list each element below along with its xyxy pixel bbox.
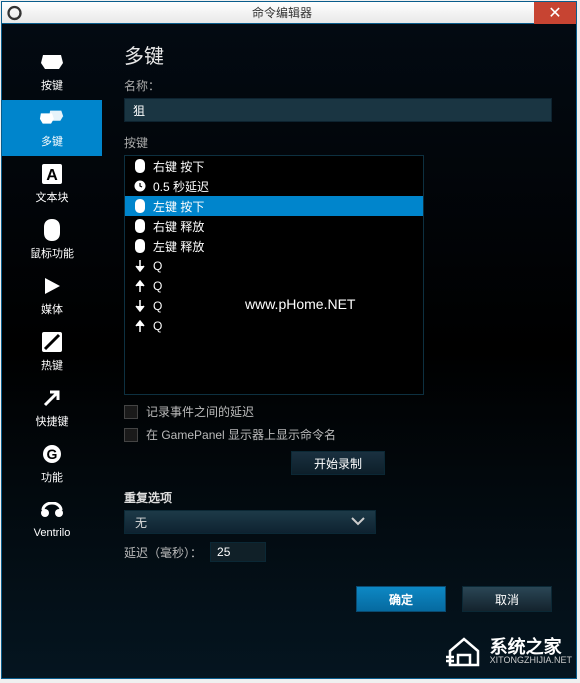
list-item-text: Q: [153, 279, 162, 293]
checkbox-show-name[interactable]: 在 GamePanel 显示器上显示命令名: [124, 426, 552, 443]
close-button[interactable]: ✕: [534, 2, 576, 24]
sidebar-item-hotkey[interactable]: 热键: [2, 324, 102, 380]
repeat-label: 重复选项: [124, 489, 552, 506]
section-title: 多键: [124, 40, 552, 69]
list-item[interactable]: 0.5 秒延迟: [125, 176, 423, 196]
mouse-icon: [133, 159, 147, 173]
mouse-icon: [133, 219, 147, 233]
ventrilo-icon: [39, 501, 65, 523]
multikey-icon: [39, 107, 65, 129]
shortcut-icon: [39, 387, 65, 409]
event-list[interactable]: www.pHome.NET 右键 按下 0.5 秒延迟左键 按下右键 释放左键 释…: [124, 155, 424, 395]
svg-text:A: A: [46, 167, 58, 184]
sidebar-item-label: Ventrilo: [34, 527, 71, 539]
list-item[interactable]: Q: [125, 256, 423, 276]
record-button[interactable]: 开始录制: [291, 451, 385, 475]
checkbox-icon: [124, 405, 138, 419]
sidebar-item-keystroke[interactable]: 按键: [2, 44, 102, 100]
key-icon: [39, 51, 65, 73]
cancel-button[interactable]: 取消: [462, 586, 552, 612]
select-value: 无: [135, 514, 147, 531]
hotkey-icon: [39, 331, 65, 353]
up-icon: [133, 319, 147, 333]
ok-button[interactable]: 确定: [356, 586, 446, 612]
sidebar-item-media[interactable]: 媒体: [2, 268, 102, 324]
overlay-brand-name: 系统之家: [490, 638, 572, 656]
checkbox-label: 在 GamePanel 显示器上显示命令名: [146, 426, 336, 443]
sidebar-item-function[interactable]: G 功能: [2, 436, 102, 492]
delay-input[interactable]: [210, 542, 266, 562]
close-icon: ✕: [548, 3, 561, 23]
down-icon: [133, 259, 147, 273]
svg-text:G: G: [47, 446, 58, 462]
list-item-text: Q: [153, 319, 162, 333]
mouse-icon: [133, 239, 147, 253]
list-item-text: 左键 按下: [153, 198, 204, 215]
text-icon: A: [39, 163, 65, 185]
window-title: 命令编辑器: [30, 4, 534, 21]
sidebar-item-label: 鼠标功能: [30, 245, 74, 261]
checkbox-label: 记录事件之间的延迟: [146, 403, 254, 420]
overlay-brand: 系统之家 XITONGZHIJIA.NET: [444, 633, 572, 669]
up-icon: [133, 279, 147, 293]
sidebar-item-label: 热键: [41, 357, 63, 373]
list-item-text: 左键 释放: [153, 238, 204, 255]
name-input[interactable]: [124, 98, 552, 122]
sidebar-item-label: 媒体: [41, 301, 63, 317]
chevron-down-icon: [351, 515, 365, 529]
list-item-text: 右键 释放: [153, 218, 204, 235]
delay-label: 延迟（毫秒）：: [124, 544, 202, 561]
repeat-select[interactable]: 无: [124, 510, 376, 534]
sidebar-item-label: 文本块: [36, 189, 69, 205]
sidebar-item-label: 按键: [41, 77, 63, 93]
sidebar-item-ventrilo[interactable]: Ventrilo: [2, 492, 102, 548]
logitech-logo-icon: [2, 2, 30, 24]
list-item[interactable]: 左键 释放: [125, 236, 423, 256]
titlebar: 命令编辑器 ✕: [2, 2, 576, 24]
down-icon: [133, 299, 147, 313]
play-icon: [39, 275, 65, 297]
house-icon: [444, 633, 484, 669]
list-item[interactable]: 右键 按下: [125, 156, 423, 176]
mouse-icon: [133, 199, 147, 213]
gear-icon: G: [39, 443, 65, 465]
sidebar-item-multikey[interactable]: 多键: [2, 100, 102, 156]
mouse-icon: [39, 219, 65, 241]
name-label: 名称：: [124, 77, 552, 94]
list-item-text: Q: [153, 299, 162, 313]
sidebar: 按键 多键 A 文本块 鼠标功能 媒体 热键: [2, 24, 102, 678]
list-item-text: Q: [153, 259, 162, 273]
checkbox-record-delay[interactable]: 记录事件之间的延迟: [124, 403, 552, 420]
clock-icon: [133, 179, 147, 193]
sidebar-item-mouse[interactable]: 鼠标功能: [2, 212, 102, 268]
list-item[interactable]: Q: [125, 316, 423, 336]
list-item[interactable]: 左键 按下: [125, 196, 423, 216]
list-item[interactable]: Q: [125, 276, 423, 296]
list-item-text: 右键 按下: [153, 158, 204, 175]
sidebar-item-textblock[interactable]: A 文本块: [2, 156, 102, 212]
sidebar-item-shortcut[interactable]: 快捷键: [2, 380, 102, 436]
list-item[interactable]: 右键 释放: [125, 216, 423, 236]
overlay-brand-domain: XITONGZHIJIA.NET: [490, 656, 572, 665]
sidebar-item-label: 多键: [41, 133, 63, 149]
checkbox-icon: [124, 428, 138, 442]
list-label: 按键: [124, 134, 552, 151]
list-item-text: 0.5 秒延迟: [153, 178, 209, 195]
watermark-text: www.pHome.NET: [245, 296, 355, 312]
sidebar-item-label: 功能: [41, 469, 63, 485]
sidebar-item-label: 快捷键: [36, 413, 69, 429]
